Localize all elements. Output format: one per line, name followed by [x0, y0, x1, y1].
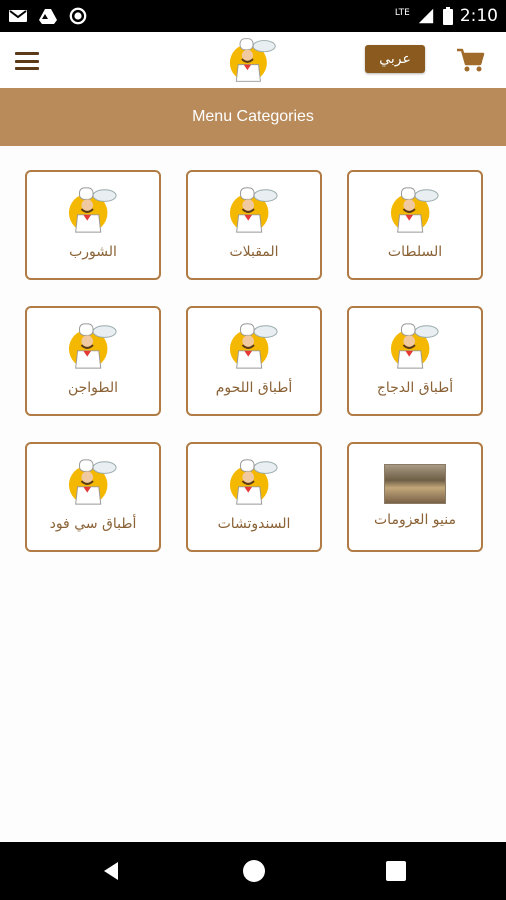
chef-logo-icon [229, 38, 276, 82]
category-card-banquet-menu[interactable]: منيو العزومات [347, 442, 483, 552]
category-card-salads[interactable]: السلطات [347, 170, 483, 280]
status-bar: LTE 2:10 [0, 0, 506, 32]
chef-icon [68, 459, 117, 505]
category-label: أطباق اللحوم [215, 380, 293, 396]
system-nav-bar [0, 842, 506, 900]
page-title: Menu Categories [0, 88, 506, 146]
network-type: LTE [394, 8, 410, 18]
status-notifications [8, 7, 88, 25]
app-bar: عربي [0, 32, 506, 88]
record-icon [69, 7, 87, 25]
category-label: منيو العزومات [374, 512, 456, 528]
drive-icon [39, 9, 57, 24]
back-icon[interactable] [100, 860, 122, 882]
category-card-soups[interactable]: الشورب [25, 170, 161, 280]
chef-icon [68, 323, 117, 369]
signal-icon [418, 8, 434, 24]
chef-icon [229, 187, 278, 233]
category-label: المقبلات [229, 244, 279, 260]
category-label: الشورب [69, 244, 117, 260]
category-label: الطواجن [67, 380, 119, 396]
menu-icon [15, 52, 39, 55]
chef-icon [390, 323, 439, 369]
cart-icon[interactable] [455, 46, 485, 74]
category-label: أطباق سي فود [49, 516, 137, 532]
chef-icon [68, 187, 117, 233]
status-system: LTE 2:10 [395, 6, 498, 26]
category-grid: الشورب المقبلات السلطات الطواجن أطباق ال… [25, 170, 483, 552]
category-label: السلطات [387, 244, 443, 260]
menu-button[interactable] [14, 50, 40, 72]
category-card-sandwiches[interactable]: السندوتشات [186, 442, 322, 552]
battery-icon [442, 7, 453, 25]
recent-apps-icon[interactable] [386, 861, 406, 881]
status-time: 2:10 [459, 6, 498, 26]
chef-icon [229, 459, 278, 505]
buffet-photo [384, 464, 446, 504]
category-label: أطباق الدجاج [376, 380, 454, 396]
chef-icon [390, 187, 439, 233]
category-card-chicken-dishes[interactable]: أطباق الدجاج [347, 306, 483, 416]
category-card-tagines[interactable]: الطواجن [25, 306, 161, 416]
category-card-seafood[interactable]: أطباق سي فود [25, 442, 161, 552]
category-card-meat-dishes[interactable]: أطباق اللحوم [186, 306, 322, 416]
chef-icon [229, 323, 278, 369]
category-label: السندوتشات [217, 516, 291, 532]
gmail-icon [9, 10, 27, 22]
category-card-appetizers[interactable]: المقبلات [186, 170, 322, 280]
language-button[interactable]: عربي [365, 45, 425, 73]
home-icon[interactable] [243, 860, 265, 882]
